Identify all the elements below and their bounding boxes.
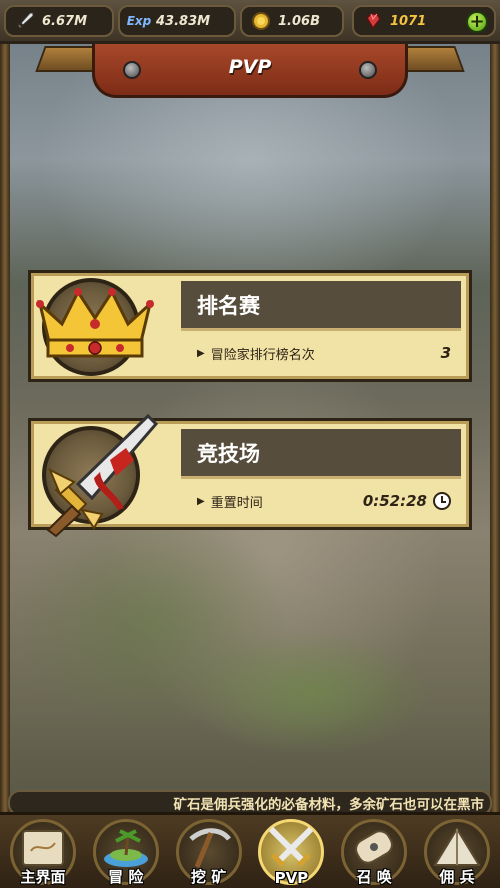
crossed-swords-icon [263,825,319,875]
left-frame [0,44,10,814]
nav-pvp[interactable]: PVP [250,815,332,888]
clock-icon [433,492,451,510]
nav-label: 主界面 [20,868,66,886]
exp-resource: Exp 43.83M [118,5,236,37]
bloody-sword-icon [30,410,160,544]
triangle-arrow-icon: ▶ [197,495,205,507]
nav-main[interactable]: 主界面 [2,815,84,888]
attack-value: 6.67M [42,13,88,29]
nav-mining[interactable]: 挖 矿 [168,815,250,888]
arena-title: 竞技场 [181,429,461,479]
ruby-value: 1071 [390,13,427,29]
reset-time-value: 0:52:28 [362,492,427,510]
exp-value: 43.83M [156,13,211,29]
reset-time-label: 重置时间 [210,495,263,511]
gold-value: 1.06B [278,13,320,29]
gold-resource: 1.06B [240,5,344,37]
nav-label: 召 唤 [356,868,392,886]
crown-icon [32,282,158,366]
add-ruby-button[interactable]: + [466,11,488,33]
triangle-arrow-icon: ▶ [197,347,205,359]
page-title: PVP [228,56,272,78]
ranking-label: 冒险家排行榜名次 [210,347,315,363]
nav-label: 佣 兵 [439,868,475,886]
nav-adventure[interactable]: 冒 险 [85,815,167,888]
bottom-nav: 主界面 冒 险 挖 矿 PVP 召 唤 佣 兵 [0,812,500,888]
nav-summon[interactable]: 召 唤 [333,815,415,888]
exp-icon: Exp [126,14,152,28]
nav-label: 挖 矿 [190,868,227,886]
ranking-info: ▶ 冒险家排行榜名次 3 [197,341,451,365]
attack-resource: 6.67M [4,5,114,37]
title-banner: PVP [92,44,408,98]
resource-bar: 6.67M Exp 43.83M 1.06B 1071 + [0,0,500,44]
right-frame [490,44,500,814]
sword-icon [14,10,36,32]
gold-coin-icon [250,10,272,32]
nav-label: PVP [274,869,309,887]
ruby-gem-icon [362,10,384,32]
arena-info: ▶ 重置时间 0:52:28 [197,489,451,513]
ranking-title: 排名赛 [181,281,461,331]
ruby-resource: 1071 + [352,5,496,37]
ranking-value: 3 [440,344,451,362]
nav-label: 冒 险 [108,868,144,886]
nav-mercenary[interactable]: 佣 兵 [416,815,498,888]
